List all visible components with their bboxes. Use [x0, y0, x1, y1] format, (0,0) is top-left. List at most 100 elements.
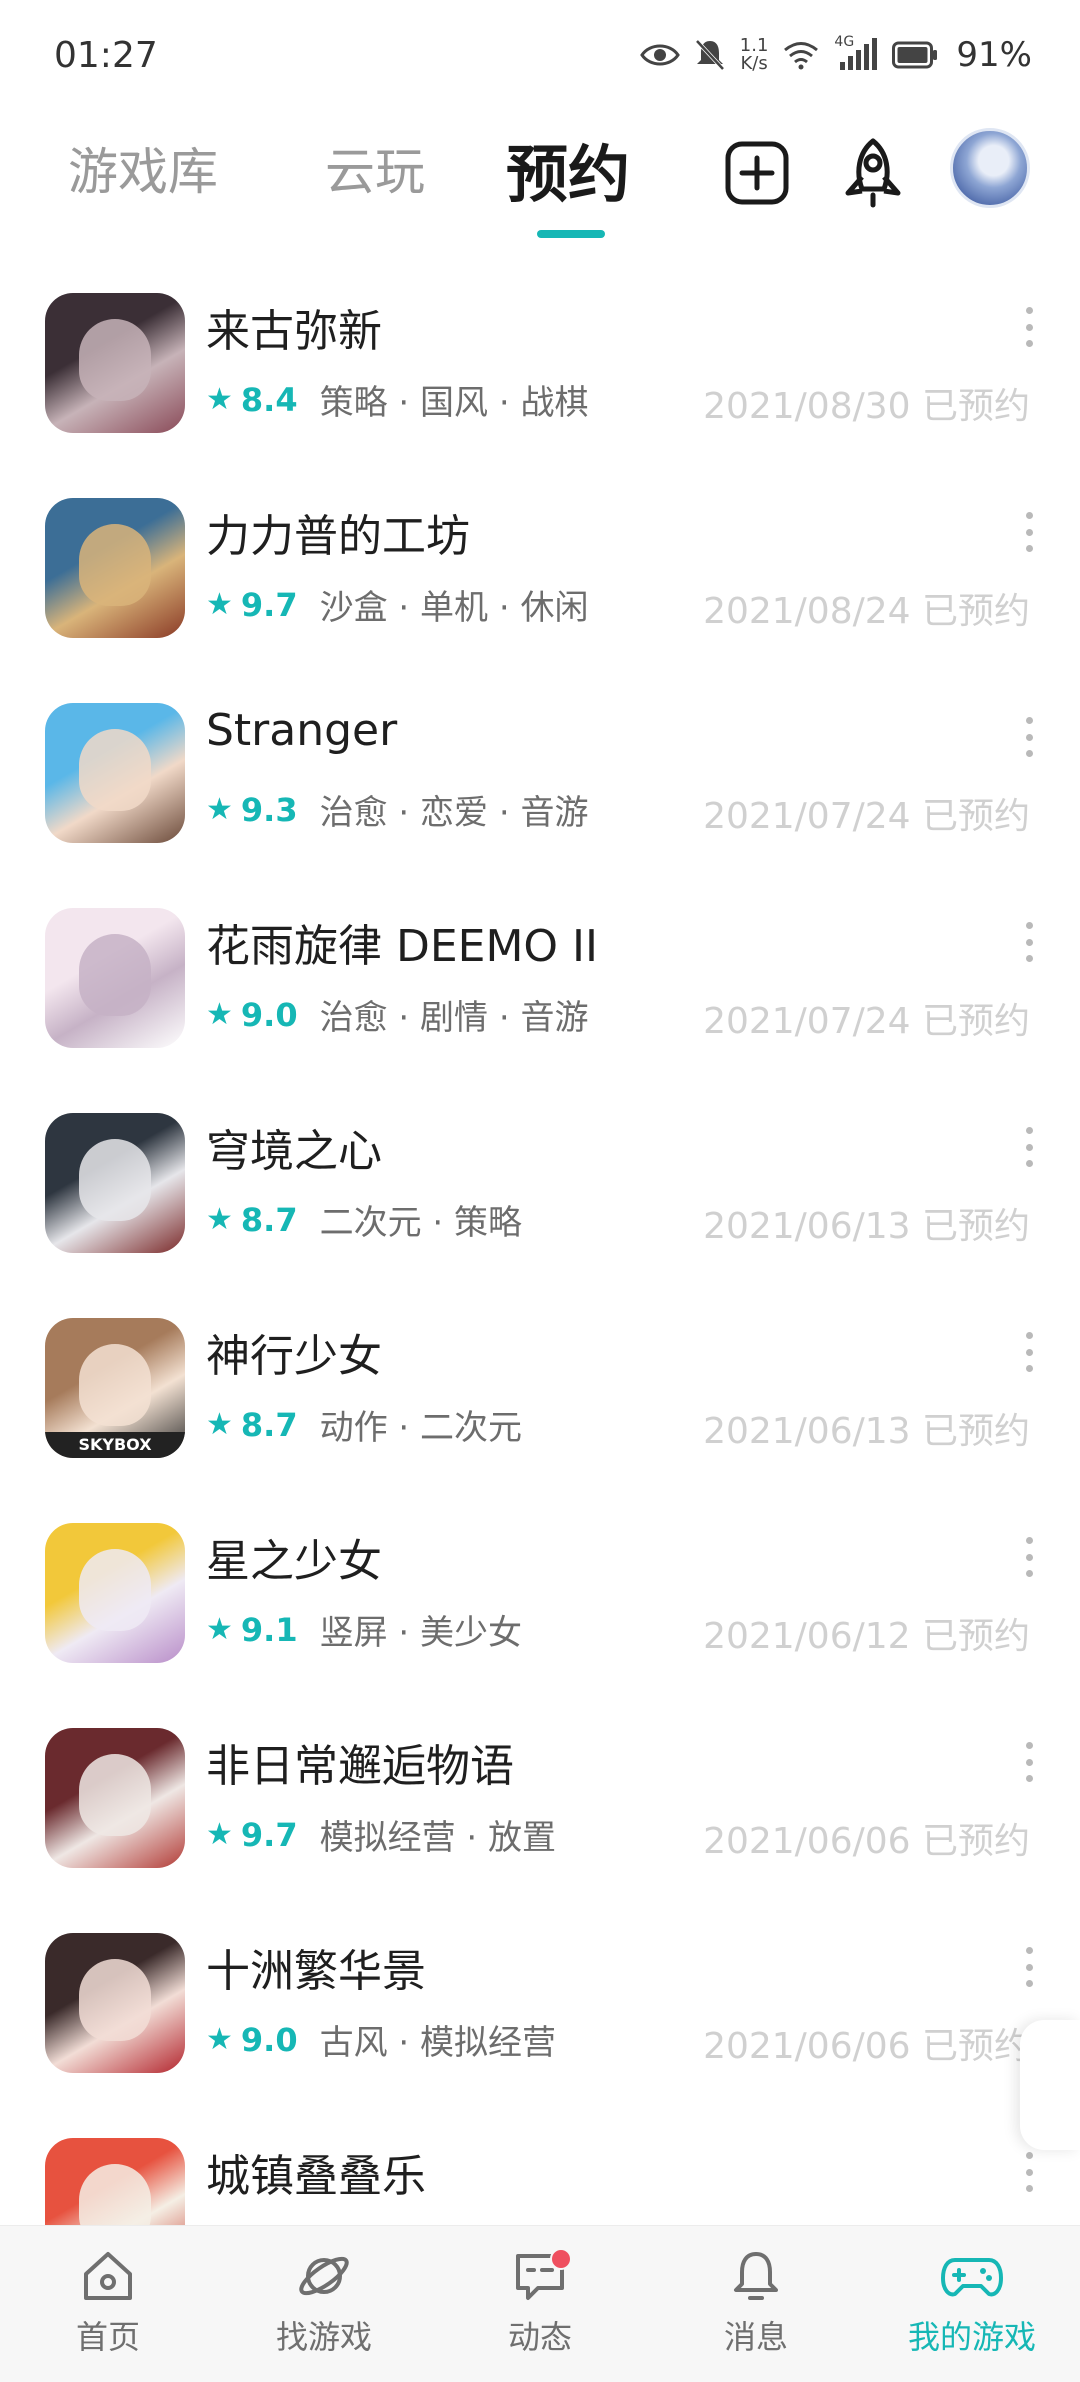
game-title[interactable]: Stranger	[206, 705, 397, 756]
game-tags: 竖屏 · 美少女	[319, 1613, 523, 1653]
game-title[interactable]: 城镇叠叠乐	[206, 2140, 426, 2204]
game-title[interactable]: 穹境之心	[206, 1115, 382, 1179]
game-title[interactable]: 花雨旋律 DEEMO II	[206, 910, 598, 974]
star-icon: ★	[206, 1202, 233, 1237]
game-tags: 动作 · 二次元	[319, 1408, 523, 1448]
game-title[interactable]: 神行少女	[206, 1320, 382, 1384]
top-tab-bar: 游戏库 云玩 预约	[0, 110, 1080, 250]
game-list-item[interactable]: 十洲繁华景 ★ 9.0 古风 · 模拟经营 2021/06/06 已预约	[0, 1905, 1080, 2110]
app-screen: 01:27 1.1 K/s 4G 91% 游戏库 云玩 预约 来古弥新 ★ 8.…	[0, 0, 1080, 2382]
home-icon	[84, 2252, 132, 2300]
reserved-games-list: 来古弥新 ★ 8.4 策略 · 国风 · 战棋 2021/08/30 已预约 力…	[0, 265, 1080, 2315]
planet-icon	[299, 2256, 349, 2296]
reserve-date: 2021/06/12 已预约	[703, 1616, 1030, 1657]
game-meta: ★ 9.7 沙盒 · 单机 · 休闲	[206, 580, 588, 629]
reserve-date: 2021/06/13 已预约	[703, 1206, 1030, 1247]
game-tags: 沙盒 · 单机 · 休闲	[319, 588, 589, 628]
game-score: 8.7	[240, 1405, 298, 1444]
game-list-item[interactable]: Stranger ★ 9.3 治愈 · 恋爱 · 音游 2021/07/24 已…	[0, 675, 1080, 880]
more-options-button[interactable]	[1022, 1947, 1036, 1987]
eye-icon	[639, 44, 680, 66]
nav-feed[interactable]: 动态	[432, 2226, 648, 2382]
user-avatar[interactable]	[950, 128, 1030, 208]
game-list-item[interactable]: 来古弥新 ★ 8.4 策略 · 国风 · 战棋 2021/08/30 已预约	[0, 265, 1080, 470]
nav-my-games[interactable]: 我的游戏	[864, 2226, 1080, 2382]
floating-side-button[interactable]	[1020, 2020, 1080, 2150]
game-list-item[interactable]: SKYBOX 神行少女 ★ 8.7 动作 · 二次元 2021/06/13 已预…	[0, 1290, 1080, 1495]
rocket-icon	[845, 138, 901, 208]
game-score: 8.4	[240, 380, 298, 419]
game-meta: ★ 8.7 二次元 · 策略	[206, 1195, 522, 1244]
add-button[interactable]	[718, 134, 796, 212]
game-title[interactable]: 非日常邂逅物语	[206, 1730, 514, 1794]
game-icon[interactable]	[45, 1728, 185, 1868]
game-title[interactable]: 星之少女	[206, 1525, 382, 1589]
more-options-button[interactable]	[1022, 512, 1036, 552]
game-tags: 治愈 · 恋爱 · 音游	[319, 793, 589, 833]
nav-discover[interactable]: 找游戏	[216, 2226, 432, 2382]
nav-home[interactable]: 首页	[0, 2226, 216, 2382]
game-title[interactable]: 来古弥新	[206, 295, 382, 359]
game-score: 9.0	[240, 2020, 298, 2059]
more-options-button[interactable]	[1022, 1537, 1036, 1577]
game-icon[interactable]	[45, 498, 185, 638]
wifi-icon	[784, 42, 819, 70]
game-meta: ★ 8.7 动作 · 二次元	[206, 1400, 522, 1449]
star-icon: ★	[206, 792, 233, 827]
reserve-date: 2021/06/06 已预约	[703, 1821, 1030, 1862]
mute-bell-icon	[695, 39, 725, 71]
tab-cloud-play[interactable]: 云玩	[325, 132, 425, 204]
game-list-item[interactable]: 非日常邂逅物语 ★ 9.7 模拟经营 · 放置 2021/06/06 已预约	[0, 1700, 1080, 1905]
more-options-button[interactable]	[1022, 922, 1036, 962]
tab-library[interactable]: 游戏库	[68, 132, 218, 204]
tab-reserve[interactable]: 预约	[506, 124, 630, 214]
signal-icon: 4G	[834, 34, 878, 72]
star-icon: ★	[206, 587, 233, 622]
star-icon: ★	[206, 382, 233, 417]
game-icon[interactable]	[45, 1113, 185, 1253]
notification-dot	[550, 2248, 572, 2270]
game-icon[interactable]	[45, 703, 185, 843]
game-icon[interactable]: SKYBOX	[45, 1318, 185, 1458]
game-meta: ★ 9.7 模拟经营 · 放置	[206, 1810, 556, 1859]
game-tags: 古风 · 模拟经营	[319, 2023, 557, 2063]
game-list-item[interactable]: 花雨旋律 DEEMO II ★ 9.0 治愈 · 剧情 · 音游 2021/07…	[0, 880, 1080, 1085]
more-options-button[interactable]	[1022, 307, 1036, 347]
bottom-nav: 首页 找游戏 动态 消息 我的游戏	[0, 2225, 1080, 2382]
nav-messages[interactable]: 消息	[648, 2226, 864, 2382]
game-tags: 二次元 · 策略	[319, 1203, 523, 1243]
game-icon[interactable]	[45, 293, 185, 433]
speed-boost-button[interactable]	[834, 134, 912, 212]
plus-square-icon	[725, 141, 789, 205]
more-options-button[interactable]	[1022, 1332, 1036, 1372]
more-options-button[interactable]	[1022, 2152, 1036, 2192]
star-icon: ★	[206, 997, 233, 1032]
bell-icon	[734, 2252, 778, 2300]
reserve-date: 2021/07/24 已预约	[703, 1001, 1030, 1042]
more-options-button[interactable]	[1022, 717, 1036, 757]
game-list-item[interactable]: 力力普的工坊 ★ 9.7 沙盒 · 单机 · 休闲 2021/08/24 已预约	[0, 470, 1080, 675]
game-title[interactable]: 力力普的工坊	[206, 500, 470, 564]
game-score: 9.0	[240, 995, 298, 1034]
active-tab-indicator	[537, 230, 605, 238]
game-score: 9.3	[240, 790, 298, 829]
game-list-item[interactable]: 星之少女 ★ 9.1 竖屏 · 美少女 2021/06/12 已预约	[0, 1495, 1080, 1700]
network-speed: 1.1 K/s	[739, 35, 769, 74]
star-icon: ★	[206, 1612, 233, 1647]
game-meta: ★ 9.0 古风 · 模拟经营	[206, 2015, 556, 2064]
reserve-date: 2021/06/06 已预约	[703, 2026, 1030, 2067]
game-score: 9.7	[240, 1815, 298, 1854]
game-icon[interactable]	[45, 1523, 185, 1663]
game-list-item[interactable]: 穹境之心 ★ 8.7 二次元 · 策略 2021/06/13 已预约	[0, 1085, 1080, 1290]
game-tags: 治愈 · 剧情 · 音游	[319, 998, 589, 1038]
star-icon: ★	[206, 2022, 233, 2057]
game-score: 8.7	[240, 1200, 298, 1239]
game-meta: ★ 9.3 治愈 · 恋爱 · 音游	[206, 785, 588, 834]
star-icon: ★	[206, 1817, 233, 1852]
more-options-button[interactable]	[1022, 1127, 1036, 1167]
game-score: 9.7	[240, 585, 298, 624]
game-icon[interactable]	[45, 1933, 185, 2073]
game-icon[interactable]	[45, 908, 185, 1048]
game-title[interactable]: 十洲繁华景	[206, 1935, 426, 1999]
more-options-button[interactable]	[1022, 1742, 1036, 1782]
